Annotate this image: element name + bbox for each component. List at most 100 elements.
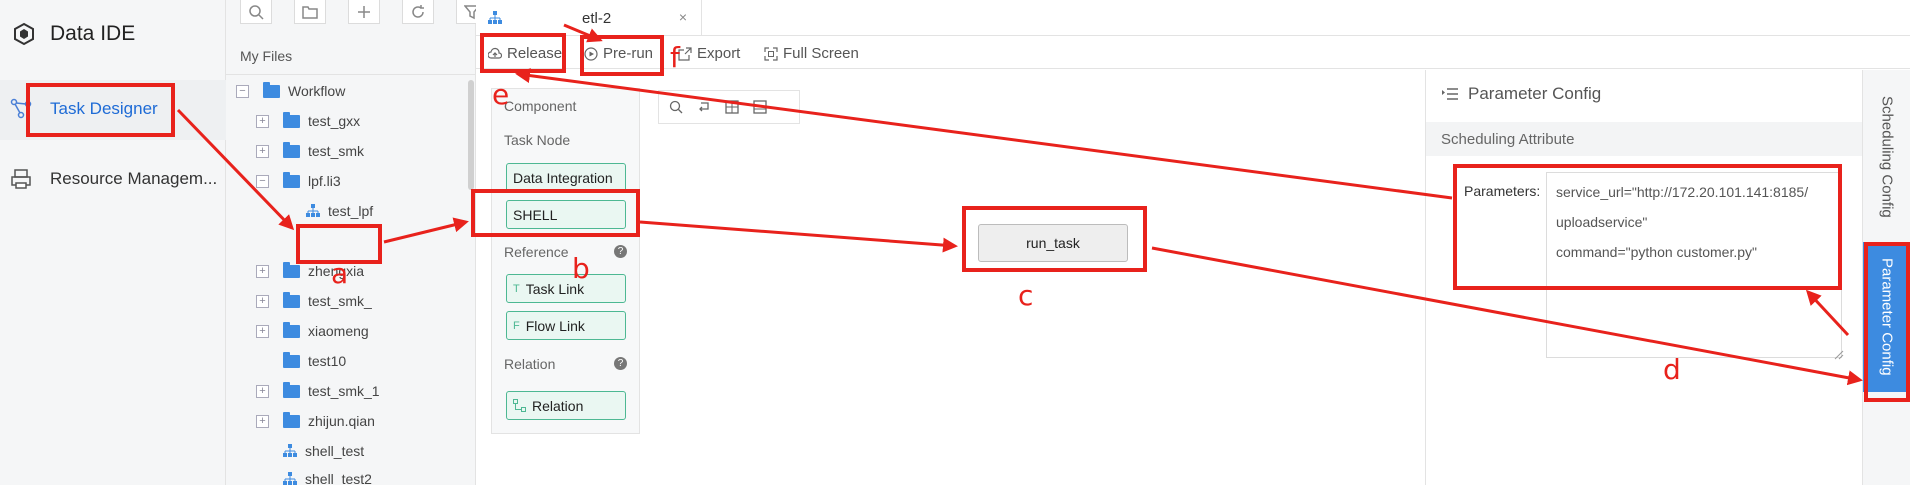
tree-node-shell-test2[interactable]: shell_test2 [283, 468, 372, 485]
network-icon [10, 98, 32, 119]
tab-etl-2[interactable]: etl-2 × [476, 0, 702, 36]
close-icon[interactable]: × [679, 9, 687, 25]
folder-icon [283, 111, 300, 128]
release-button[interactable]: Release [488, 45, 562, 62]
tree-node-shell-test[interactable]: shell_test [283, 440, 364, 462]
fit-icon[interactable] [753, 100, 767, 114]
tree-node-xiaomeng[interactable]: + xiaomeng [256, 320, 369, 342]
add-button[interactable] [348, 0, 380, 24]
shell-label: SHELL [513, 206, 558, 223]
workflow-icon [283, 472, 297, 485]
full-screen-button[interactable]: Full Screen [764, 45, 859, 62]
tree-node-label: lpf.li3 [308, 173, 341, 189]
tree-node-zhengxia[interactable]: + zhengxia [256, 260, 364, 282]
folder-icon [283, 351, 300, 368]
plus-icon [358, 5, 370, 18]
expand-toggle[interactable]: + [256, 264, 269, 278]
tree-node-zhijun-qian[interactable]: + zhijun.qian [256, 410, 375, 432]
folder-icon [283, 261, 300, 278]
relation-heading: Relation [504, 356, 556, 372]
task-link-chip[interactable]: T Task Link [506, 274, 626, 303]
parameters-label: Parameters: [1464, 183, 1541, 199]
workflow-icon [306, 204, 320, 217]
flow-link-icon: F [513, 319, 520, 332]
parameters-textarea[interactable]: service_url="http://172.20.101.141:8185/… [1546, 172, 1842, 358]
folder-icon [283, 381, 300, 398]
tree-toolbar [240, 0, 488, 24]
expand-toggle[interactable]: + [256, 324, 269, 338]
tab-title: etl-2 [582, 9, 612, 27]
tree-node-lpf-li3[interactable]: − lpf.li3 [256, 170, 341, 192]
folder-icon [283, 171, 300, 188]
tree-node-label: xiaomeng [308, 323, 369, 339]
grid-icon[interactable] [725, 100, 739, 114]
tab-scheduling-config[interactable]: Scheduling Config [1863, 82, 1910, 232]
export-button[interactable]: Export [678, 45, 740, 62]
app-title: Data IDE [50, 22, 136, 45]
folder-icon [283, 291, 300, 308]
cloud-upload-icon [488, 47, 502, 59]
undo-icon[interactable] [697, 100, 711, 114]
tree-node-test10[interactable]: test10 [283, 350, 346, 372]
nav-task-designer-label: Task Designer [50, 99, 158, 118]
tree-node-label: test10 [308, 353, 347, 369]
collapse-toggle[interactable]: − [236, 84, 249, 98]
export-icon [678, 46, 692, 61]
component-heading: Component [504, 98, 577, 114]
task-node-heading: Task Node [504, 132, 571, 148]
workflow-icon [283, 444, 297, 457]
zoom-search-icon[interactable] [669, 100, 683, 114]
tree-node-test-smk-1[interactable]: + test_smk_1 [256, 380, 380, 402]
task-node-run-task[interactable]: run_task [978, 224, 1128, 262]
tree-node-test-smk[interactable]: + test_smk [256, 140, 364, 162]
tree-node-label: Workflow [288, 83, 346, 99]
flow-link-chip[interactable]: F Flow Link [506, 311, 626, 340]
nav-task-designer[interactable]: Task Designer [10, 98, 158, 120]
folder-icon [283, 411, 300, 428]
expand-toggle[interactable]: + [256, 144, 269, 158]
task-link-label: Task Link [525, 280, 585, 297]
file-tree-panel: My Files − Workflow + test_gxx + test_sm… [226, 0, 576, 485]
reference-heading: Reference [504, 244, 569, 260]
tree-node-test-gxx[interactable]: + test_gxx [256, 110, 360, 132]
refresh-button[interactable] [402, 0, 434, 24]
tree-node-workflow[interactable]: − Workflow [236, 80, 345, 102]
folder-icon [283, 321, 300, 338]
scheduling-attribute-section: Scheduling Attribute [1426, 122, 1862, 156]
task-link-icon: T [513, 282, 520, 295]
tree-node-label: zhijun.qian [308, 413, 375, 429]
tab-parameter-config[interactable]: Parameter Config [1863, 242, 1910, 392]
expand-toggle[interactable]: + [256, 294, 269, 308]
reference-help-icon[interactable]: ? [614, 245, 627, 258]
pre-run-button[interactable]: Pre-run [584, 45, 653, 62]
pre-run-label: Pre-run [603, 45, 654, 62]
nav-resource-label: Resource Managem... [50, 169, 218, 188]
search-button[interactable] [240, 0, 272, 24]
tree-scrollbar[interactable] [468, 80, 474, 190]
tree-node-test-lpf[interactable]: test_lpf [306, 200, 373, 222]
expand-toggle[interactable]: + [256, 114, 269, 128]
collapse-toggle[interactable]: − [256, 174, 269, 188]
printer-icon [11, 169, 31, 189]
relation-chip[interactable]: Relation [506, 391, 626, 420]
full-screen-label: Full Screen [783, 45, 859, 62]
divider [226, 74, 476, 75]
tree-node-test-smk-[interactable]: + test_smk_ [256, 290, 372, 312]
parameter-config-header: Parameter Config [1442, 84, 1601, 104]
expand-toggle[interactable]: + [256, 384, 269, 398]
tree-node-label: shell_test [305, 443, 365, 459]
data-integration-chip[interactable]: Data Integration [506, 163, 626, 192]
relation-help-icon[interactable]: ? [614, 357, 627, 370]
data-integration-label: Data Integration [513, 169, 613, 186]
arrow-c [639, 220, 958, 253]
parameter-config-panel: Parameter Config Scheduling Attribute Pa… [1425, 70, 1862, 485]
nav-resource-management[interactable]: Resource Managem... [10, 168, 217, 190]
relation-label: Relation [532, 397, 584, 414]
resize-handle-icon[interactable] [1834, 350, 1844, 360]
open-folder-button[interactable] [294, 0, 326, 24]
editor-toolbar: Release Pre-run Export Full Screen [476, 37, 1910, 69]
config-rail: Scheduling Config Parameter Config [1862, 70, 1910, 485]
folder-icon [302, 5, 318, 19]
expand-toggle[interactable]: + [256, 414, 269, 428]
shell-chip[interactable]: SHELL [506, 200, 626, 229]
